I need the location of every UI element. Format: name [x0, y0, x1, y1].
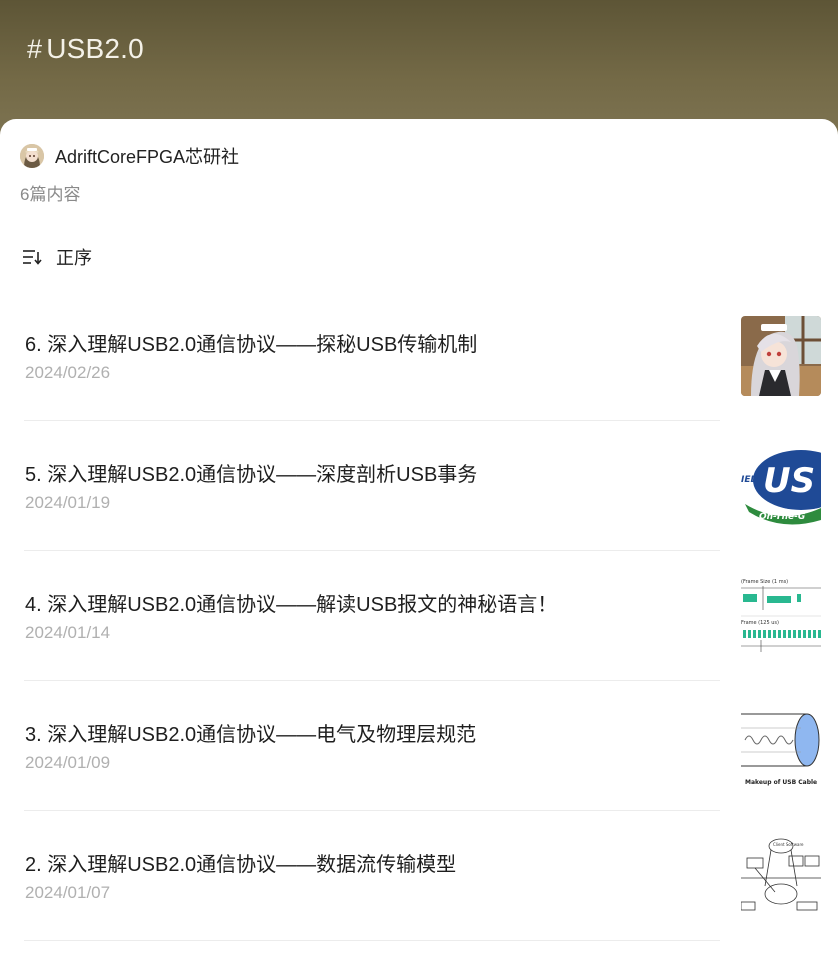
divider: [24, 680, 720, 681]
content-card: AdriftCoreFPGA芯研社 6篇内容 正序 6. 深入理解USB2.0通…: [0, 119, 838, 979]
divider: [24, 420, 720, 421]
sort-order-button[interactable]: 正序: [22, 244, 92, 270]
timing-diagram-image[interactable]: (Frame Size (1 ms) Frame (125 us): [741, 576, 821, 656]
topic-title: # USB2.0: [27, 33, 144, 65]
svg-text:On-The-G: On-The-G: [759, 512, 805, 522]
list-item[interactable]: 6. 深入理解USB2.0通信协议——探秘USB传输机制 2024/02/26: [0, 301, 838, 431]
author-info[interactable]: AdriftCoreFPGA芯研社: [20, 143, 239, 169]
avatar-image: [20, 144, 44, 168]
article-date: 2024/01/14: [25, 623, 111, 642]
hash-icon: #: [27, 33, 43, 64]
article-date: 2024/01/07: [25, 883, 111, 902]
dataflow-diagram-image[interactable]: Client Software: [741, 836, 821, 916]
divider: [24, 550, 720, 551]
svg-text:Frame (125 us): Frame (125 us): [741, 620, 779, 626]
anime-girl-image[interactable]: [741, 316, 821, 396]
list-item[interactable]: 3. 深入理解USB2.0通信协议——电气及物理层规范 2024/01/09 M…: [0, 691, 838, 821]
svg-text:(Frame Size (1 ms): (Frame Size (1 ms): [741, 579, 788, 585]
svg-text:IED: IED: [741, 475, 758, 485]
sort-label: 正序: [56, 248, 92, 268]
article-date: 2024/01/19: [25, 493, 111, 512]
usb-otg-logo-image[interactable]: US IED On-The-G: [741, 446, 821, 526]
list-item[interactable]: 5. 深入理解USB2.0通信协议——深度剖析USB事务 2024/01/19 …: [0, 431, 838, 561]
divider: [24, 940, 720, 941]
list-item[interactable]: 4. 深入理解USB2.0通信协议——解读USB报文的神秘语言！ 2024/01…: [0, 561, 838, 691]
article-title[interactable]: 6. 深入理解USB2.0通信协议——探秘USB传输机制: [25, 328, 477, 357]
article-title[interactable]: 4. 深入理解USB2.0通信协议——解读USB报文的神秘语言！: [25, 588, 557, 617]
divider: [24, 810, 720, 811]
sort-icon: [23, 250, 42, 265]
article-date: 2024/01/09: [25, 753, 111, 772]
usb-cable-diagram-image[interactable]: Makeup of USB Cable: [741, 706, 821, 786]
svg-text:US: US: [763, 461, 815, 501]
list-item[interactable]: 2. 深入理解USB2.0通信协议——数据流传输模型 2024/01/07 Cl…: [0, 821, 838, 951]
article-date: 2024/02/26: [25, 363, 111, 382]
author-name[interactable]: AdriftCoreFPGA芯研社: [55, 143, 239, 169]
avatar[interactable]: [20, 144, 44, 168]
topic-name: USB2.0: [46, 33, 144, 64]
article-title[interactable]: 3. 深入理解USB2.0通信协议——电气及物理层规范: [25, 718, 476, 747]
article-title[interactable]: 5. 深入理解USB2.0通信协议——深度剖析USB事务: [25, 458, 477, 487]
svg-text:Client Software: Client Software: [773, 842, 804, 847]
article-title[interactable]: 2. 深入理解USB2.0通信协议——数据流传输模型: [25, 848, 456, 877]
svg-text:Makeup of USB Cable: Makeup of USB Cable: [745, 779, 817, 786]
article-count: 6篇内容: [20, 185, 81, 204]
